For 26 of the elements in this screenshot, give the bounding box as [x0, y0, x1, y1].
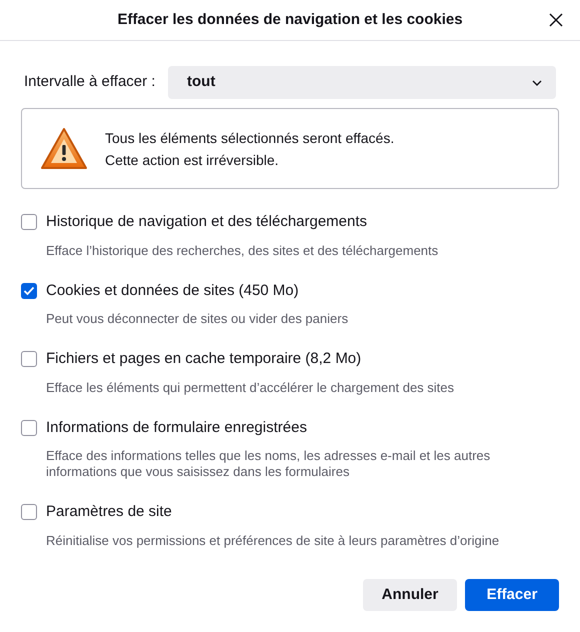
close-icon [548, 12, 564, 28]
clear-button[interactable]: Effacer [465, 579, 559, 611]
warning-icon [40, 126, 88, 170]
check-icon [23, 286, 35, 296]
option-description: Réinitialise vos permissions et préférences de site à leurs paramètres d’origine [46, 532, 500, 548]
option-label[interactable]: Historique de navigation et des téléchargements [46, 211, 368, 234]
checkbox[interactable] [21, 504, 37, 520]
option-label[interactable]: Informations de formulaire enregistrées [46, 416, 307, 439]
warning-text: Cette action est irréversible. [105, 150, 280, 170]
option-label[interactable]: Paramètres de site [46, 501, 172, 524]
range-dropdown[interactable]: tout [168, 66, 556, 99]
option-label[interactable]: Fichiers et pages en cache temporaire (8,2 Mo) [46, 348, 362, 370]
chevron-down-icon [532, 80, 542, 86]
checkbox[interactable] [21, 420, 37, 436]
window-title: Effacer les données de navigation et les cookies [117, 10, 463, 30]
option-description: Peut vous déconnecter de sites ou vider des paniers [46, 311, 350, 327]
option-description: Efface des informations telles que les noms, les adresses e-mail et les autres informations que vous saisissez dans les formulaires [46, 448, 492, 480]
option-description: Efface les éléments qui permettent d’accélérer le chargement des sites [46, 380, 456, 396]
option-label[interactable]: Cookies et données de sites (450 Mo) [46, 280, 299, 302]
checkbox[interactable] [21, 282, 37, 299]
cancel-button[interactable]: Annuler [363, 579, 457, 611]
checkbox[interactable] [21, 351, 37, 368]
warning-text: Tous les éléments sélectionnés seront effacés. [105, 128, 394, 148]
range-label: Intervalle à effacer : [24, 72, 156, 92]
checkbox[interactable] [21, 214, 37, 230]
option-description: Efface l’historique des recherches, des sites et des téléchargements [46, 242, 440, 258]
